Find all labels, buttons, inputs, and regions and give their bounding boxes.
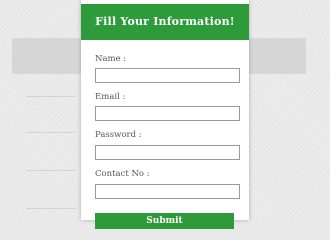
background-form-line <box>26 170 76 171</box>
contact-no-input[interactable] <box>95 184 240 199</box>
email-label: Email : <box>95 92 126 102</box>
background-form-line <box>26 96 76 97</box>
name-label: Name : <box>95 54 127 64</box>
email-input[interactable] <box>95 106 240 121</box>
registration-form-card: Fill Your Information! Name : Email : Pa… <box>81 0 249 229</box>
submit-button[interactable]: Submit <box>95 213 234 229</box>
password-label: Password : <box>95 130 142 140</box>
form-title: Fill Your Information! <box>81 4 249 40</box>
background-form-line <box>26 208 76 209</box>
contact-no-label: Contact No : <box>95 169 150 179</box>
name-input[interactable] <box>95 68 240 83</box>
background-form-line <box>26 132 76 133</box>
password-input[interactable] <box>95 145 240 160</box>
